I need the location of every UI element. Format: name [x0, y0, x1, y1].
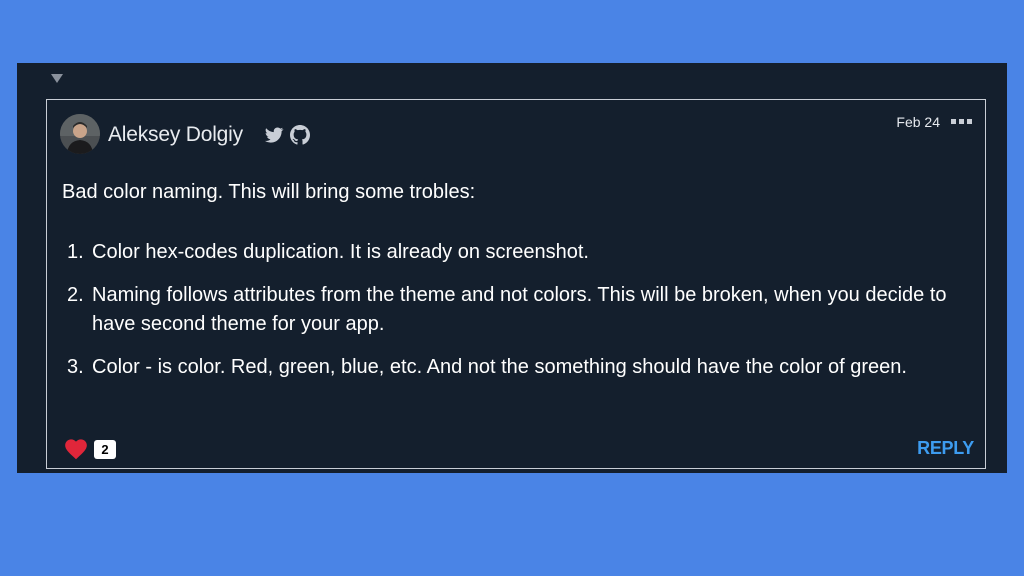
list-item-text: Color - is color. Red, green, blue, etc.…: [92, 356, 907, 378]
twitter-icon[interactable]: [264, 125, 284, 145]
list-item: 3. Color - is color. Red, green, blue, e…: [62, 353, 962, 382]
list-item-number: 3.: [67, 356, 84, 378]
comment-date: Feb 24: [896, 114, 940, 130]
list-item-text: Naming follows attributes from the theme…: [92, 284, 947, 335]
list-item-number: 2.: [67, 284, 84, 306]
reply-button[interactable]: REPLY: [917, 438, 974, 459]
comment-card: Aleksey Dolgiy Feb 24 Bad color naming. …: [46, 99, 986, 469]
list-item: 2. Naming follows attributes from the th…: [62, 281, 962, 339]
list-item: 1. Color hex-codes duplication. It is al…: [62, 238, 962, 267]
avatar[interactable]: [60, 114, 100, 154]
author-name[interactable]: Aleksey Dolgiy: [108, 123, 243, 147]
comment-intro-text: Bad color naming. This will bring some t…: [62, 181, 476, 203]
collapse-triangle-icon[interactable]: [51, 74, 63, 83]
comment-list: 1. Color hex-codes duplication. It is al…: [62, 238, 962, 396]
list-item-text: Color hex-codes duplication. It is alrea…: [92, 241, 589, 263]
github-icon[interactable]: [290, 125, 310, 145]
list-item-number: 1.: [67, 241, 84, 263]
more-options-icon[interactable]: [951, 119, 973, 127]
comment-panel: Aleksey Dolgiy Feb 24 Bad color naming. …: [17, 63, 1007, 473]
like-count-badge: 2: [94, 440, 116, 459]
heart-icon[interactable]: [63, 436, 91, 460]
